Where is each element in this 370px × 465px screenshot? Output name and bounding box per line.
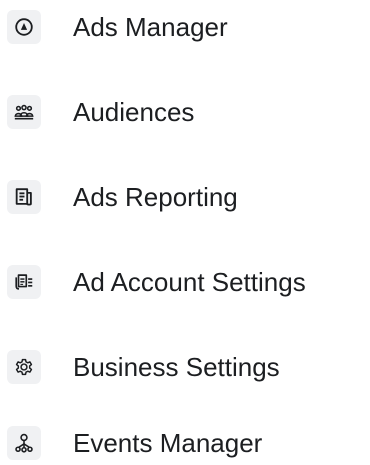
menu-item-business-settings[interactable]: Business Settings bbox=[0, 342, 370, 392]
ads-manager-icon bbox=[7, 10, 41, 44]
events-manager-icon bbox=[7, 426, 41, 460]
menu-item-events-manager[interactable]: Events Manager bbox=[0, 418, 370, 465]
menu-item-label: Audiences bbox=[73, 97, 195, 127]
menu-item-ads-manager[interactable]: Ads Manager bbox=[0, 2, 370, 52]
menu-item-label: Business Settings bbox=[73, 352, 280, 382]
ad-account-settings-icon bbox=[7, 265, 41, 299]
menu-item-ads-reporting[interactable]: Ads Reporting bbox=[0, 172, 370, 222]
menu-item-label: Ad Account Settings bbox=[73, 267, 306, 297]
menu-item-audiences[interactable]: Audiences bbox=[0, 87, 370, 137]
audiences-icon bbox=[7, 95, 41, 129]
menu-item-label: Ads Manager bbox=[73, 12, 228, 42]
business-settings-icon bbox=[7, 350, 41, 384]
menu-item-label: Ads Reporting bbox=[73, 182, 238, 212]
ads-reporting-icon bbox=[7, 180, 41, 214]
menu-item-ad-account-settings[interactable]: Ad Account Settings bbox=[0, 257, 370, 307]
menu-item-label: Events Manager bbox=[73, 428, 263, 458]
